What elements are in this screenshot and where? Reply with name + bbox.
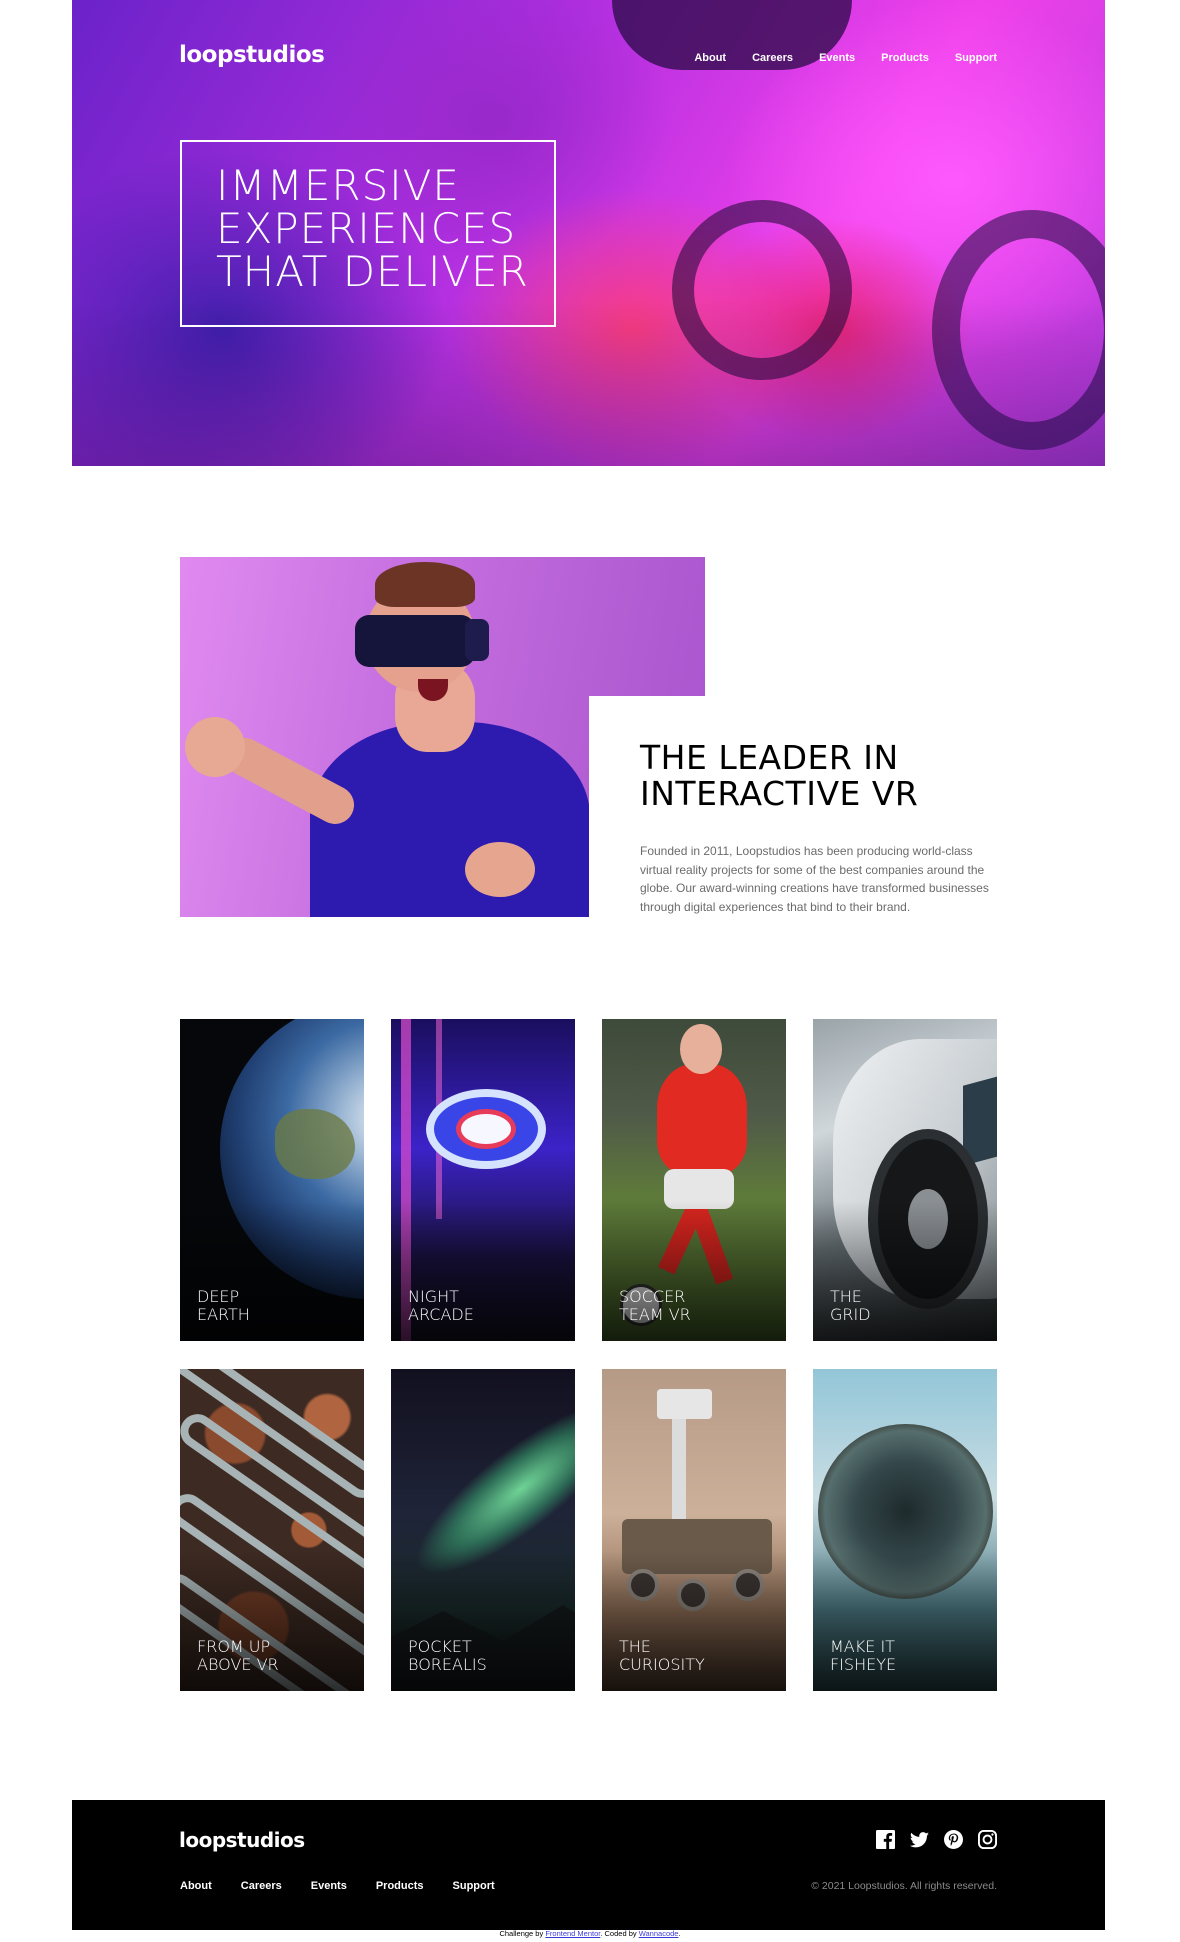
card-image-detail — [680, 1024, 722, 1074]
creation-card-the-grid[interactable]: THE GRID — [813, 1019, 997, 1341]
hero-headline-box: IMMERSIVE EXPERIENCES THAT DELIVER — [180, 140, 556, 327]
attribution-suffix: . — [678, 1929, 681, 1938]
card-title-line: ARCADE — [408, 1305, 474, 1324]
card-image-detail — [456, 1109, 516, 1149]
attribution: Challenge by Frontend Mentor. Coded by W… — [0, 1929, 1180, 1938]
image-detail — [185, 717, 245, 777]
card-title-line: GRID — [830, 1305, 871, 1324]
intro-title-line: INTERACTIVE VR — [640, 774, 919, 813]
intro-section: THE LEADER IN INTERACTIVE VR Founded in … — [640, 740, 1010, 916]
card-title-line: EARTH — [197, 1305, 250, 1324]
intro-title: THE LEADER IN INTERACTIVE VR — [640, 740, 1010, 812]
image-detail — [310, 722, 590, 917]
card-title-line: FROM UP — [197, 1637, 271, 1656]
creation-card-make-it-fisheye[interactable]: MAKE IT FISHEYE — [813, 1369, 997, 1691]
card-image-detail — [657, 1064, 747, 1174]
attribution-prefix: Challenge by — [499, 1929, 546, 1938]
nav-link-support[interactable]: Support — [955, 52, 997, 64]
social-links — [876, 1830, 997, 1849]
footer-link-events[interactable]: Events — [311, 1880, 347, 1892]
card-title-line: DEEP — [197, 1287, 240, 1306]
card-title: NIGHT ARCADE — [408, 1288, 558, 1324]
vr-man-image — [180, 557, 705, 917]
card-title-line: SOCCER — [619, 1287, 686, 1306]
footer: loopstudios About Careers Events Product… — [72, 1800, 1105, 1930]
footer-link-careers[interactable]: Careers — [241, 1880, 282, 1892]
creation-card-soccer-team-vr[interactable]: SOCCER TEAM VR — [602, 1019, 786, 1341]
hero-section: loopstudios About Careers Events Product… — [72, 0, 1105, 466]
main-nav: About Careers Events Products Support — [694, 52, 997, 64]
card-title-line: MAKE IT — [830, 1637, 895, 1656]
creation-card-from-up-above-vr[interactable]: FROM UP ABOVE VR — [180, 1369, 364, 1691]
nav-link-about[interactable]: About — [694, 52, 726, 64]
creation-card-the-curiosity[interactable]: THE CURIOSITY — [602, 1369, 786, 1691]
card-title: FROM UP ABOVE VR — [197, 1638, 347, 1674]
card-title-line: THE — [830, 1287, 862, 1306]
facebook-icon[interactable] — [876, 1830, 895, 1849]
nav-link-events[interactable]: Events — [819, 52, 855, 64]
card-title-line: ABOVE VR — [197, 1655, 279, 1674]
card-title-line: NIGHT — [408, 1287, 459, 1306]
nav-link-products[interactable]: Products — [881, 52, 929, 64]
image-detail — [375, 562, 475, 607]
card-title-line: FISHEYE — [830, 1655, 897, 1674]
card-title: MAKE IT FISHEYE — [830, 1638, 980, 1674]
card-title: SOCCER TEAM VR — [619, 1288, 769, 1324]
footer-link-support[interactable]: Support — [453, 1880, 495, 1892]
image-detail — [465, 842, 535, 897]
card-title-line: CURIOSITY — [619, 1655, 705, 1674]
card-title: DEEP EARTH — [197, 1288, 347, 1324]
wannacode-link[interactable]: Wannacode — [639, 1929, 679, 1938]
card-title-line: TEAM VR — [619, 1305, 691, 1324]
hero-headline-line: THAT DELIVER — [216, 247, 529, 296]
nav-link-careers[interactable]: Careers — [752, 52, 793, 64]
hero-headline-line: IMMERSIVE — [216, 161, 460, 210]
creation-card-deep-earth[interactable]: DEEP EARTH — [180, 1019, 364, 1341]
creation-card-pocket-borealis[interactable]: POCKET BOREALIS — [391, 1369, 575, 1691]
footer-link-products[interactable]: Products — [376, 1880, 424, 1892]
pinterest-icon[interactable] — [944, 1830, 963, 1849]
card-title: THE CURIOSITY — [619, 1638, 769, 1674]
attribution-middle: . Coded by — [600, 1929, 639, 1938]
intro-title-line: THE LEADER IN — [640, 738, 899, 777]
footer-nav: About Careers Events Products Support — [180, 1880, 495, 1892]
creation-card-night-arcade[interactable]: NIGHT ARCADE — [391, 1019, 575, 1341]
footer-logo[interactable]: loopstudios — [179, 1828, 305, 1852]
intro-body: Founded in 2011, Loopstudios has been pr… — [640, 844, 989, 914]
footer-link-about[interactable]: About — [180, 1880, 212, 1892]
card-title-line: THE — [619, 1637, 651, 1656]
card-title: THE GRID — [830, 1288, 980, 1324]
hero-headline: IMMERSIVE EXPERIENCES THAT DELIVER — [216, 164, 554, 293]
card-title-line: BOREALIS — [408, 1655, 487, 1674]
hero-headline-line: EXPERIENCES — [216, 204, 517, 253]
card-image-detail — [657, 1389, 712, 1419]
card-title: POCKET BOREALIS — [408, 1638, 558, 1674]
card-title-line: POCKET — [408, 1637, 472, 1656]
copyright: © 2021 Loopstudios. All rights reserved. — [811, 1880, 997, 1892]
frontend-mentor-link[interactable]: Frontend Mentor — [545, 1929, 600, 1938]
vr-headset — [355, 615, 489, 667]
logo[interactable]: loopstudios — [179, 42, 325, 68]
instagram-icon[interactable] — [978, 1830, 997, 1849]
twitter-icon[interactable] — [910, 1830, 929, 1849]
